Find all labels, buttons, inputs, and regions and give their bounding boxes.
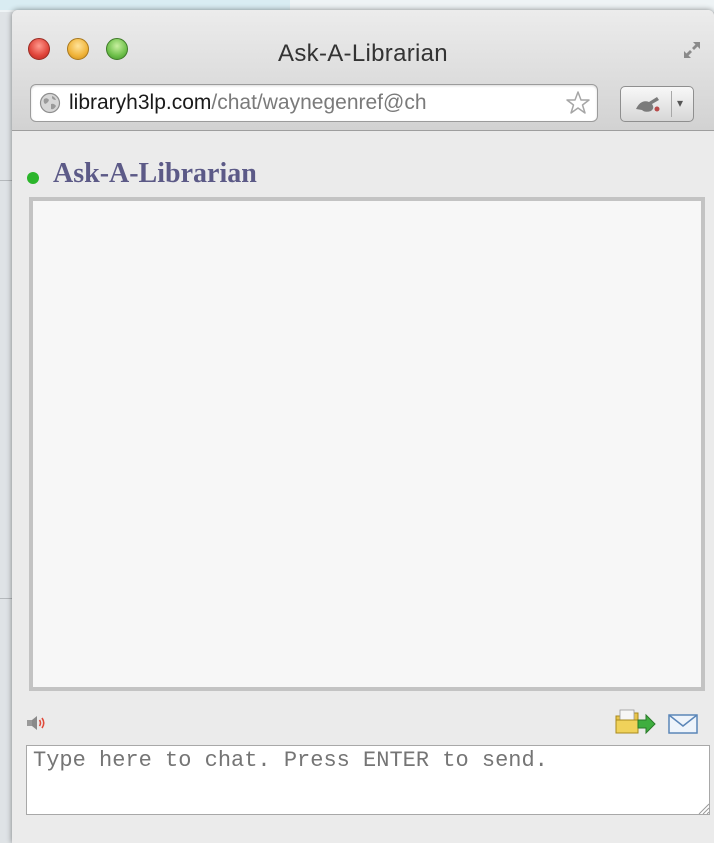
globe-icon	[39, 92, 61, 114]
extension-button[interactable]: ▾	[620, 86, 694, 122]
background-accent	[0, 0, 290, 10]
url-domain: libraryh3lp.com	[69, 91, 212, 114]
background-divider	[0, 180, 12, 181]
button-divider	[671, 91, 672, 117]
speaker-icon[interactable]	[26, 714, 48, 732]
window-title: Ask-A-Librarian	[278, 40, 448, 67]
address-bar[interactable]: libraryh3lp.com/chat/waynegenref@ch	[30, 84, 598, 122]
extension-icon	[636, 97, 660, 112]
email-icon[interactable]	[668, 714, 698, 734]
status-indicator	[27, 172, 39, 184]
resize-grip-icon[interactable]	[696, 801, 710, 815]
fullscreen-icon[interactable]	[682, 40, 702, 60]
chevron-down-icon[interactable]: ▾	[677, 96, 683, 110]
chat-panel: Ask-A-Librarian	[12, 131, 714, 843]
browser-window: Ask-A-Librarian libraryh3lp.com/chat/way…	[12, 10, 714, 843]
title-bar: Ask-A-Librarian libraryh3lp.com/chat/way…	[12, 10, 714, 131]
chat-input[interactable]	[26, 745, 710, 815]
send-file-icon[interactable]	[614, 708, 656, 736]
url-text[interactable]: libraryh3lp.com/chat/waynegenref@ch	[69, 91, 427, 115]
background-divider	[0, 598, 12, 599]
chat-title: Ask-A-Librarian	[53, 158, 257, 189]
url-path: /chat/waynegenref@ch	[211, 91, 427, 114]
star-icon[interactable]	[563, 88, 593, 118]
chat-log[interactable]	[29, 197, 705, 691]
